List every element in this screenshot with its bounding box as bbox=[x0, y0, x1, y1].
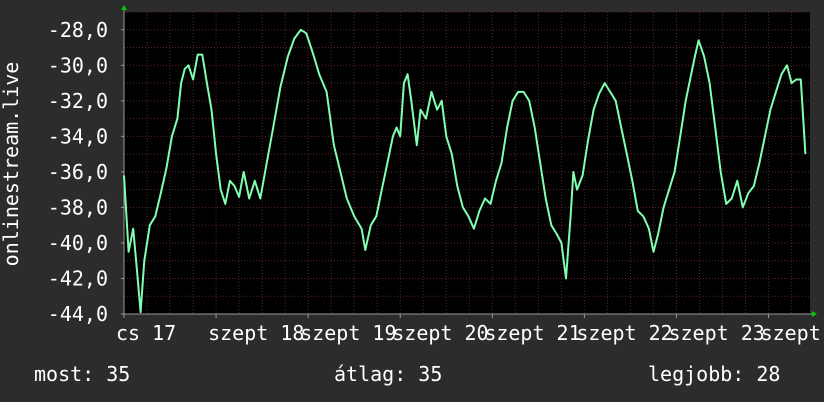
y-tick-label: -34,0 bbox=[48, 124, 108, 148]
x-tick-label: cs 17 bbox=[116, 321, 176, 345]
y-tick-label: -44,0 bbox=[48, 302, 108, 326]
plot-area bbox=[124, 12, 810, 314]
y-tick-label: -42,0 bbox=[48, 266, 108, 290]
x-tick-label: szept 20 bbox=[392, 321, 488, 345]
x-tick-label: szept 24 bbox=[761, 321, 824, 345]
y-tick-labels: -28,0 -30,0 -32,0 -34,0 -36,0 -38,0 -40,0 -42,0… bbox=[48, 18, 108, 326]
y-tick-label: -30,0 bbox=[48, 53, 108, 77]
stat-average: átlag: 35 bbox=[334, 362, 443, 386]
y-axis-label: onlinestream.live bbox=[0, 62, 23, 267]
x-tick-label: szept 23 bbox=[668, 321, 764, 345]
y-tick-label: -38,0 bbox=[48, 195, 108, 219]
y-axis-arrow bbox=[121, 5, 127, 10]
x-axis-arrow bbox=[812, 311, 817, 317]
y-tick-label: -28,0 bbox=[48, 18, 108, 42]
x-tick-label: szept 22 bbox=[576, 321, 672, 345]
stat-current: most: 35 bbox=[34, 362, 131, 386]
x-tick-label: szept 19 bbox=[300, 321, 396, 345]
y-tick-label: -40,0 bbox=[48, 231, 108, 255]
temperature-line-chart: -28,0 -30,0 -32,0 -34,0 -36,0 -38,0 -40,0 -42,0… bbox=[0, 5, 824, 345]
stat-best: legjobb: 28 bbox=[648, 362, 781, 386]
x-tick-label: szept 21 bbox=[484, 321, 580, 345]
x-tick-label: szept 18 bbox=[208, 321, 304, 345]
x-tick-labels: cs 17 szept 18szept 19szept 20szept 21sze… bbox=[116, 321, 824, 345]
y-tick-label: -32,0 bbox=[48, 89, 108, 113]
y-tick-label: -36,0 bbox=[48, 160, 108, 184]
chart-panel: -28,0 -30,0 -32,0 -34,0 -36,0 -38,0 -40,0 -42,0… bbox=[0, 0, 824, 402]
